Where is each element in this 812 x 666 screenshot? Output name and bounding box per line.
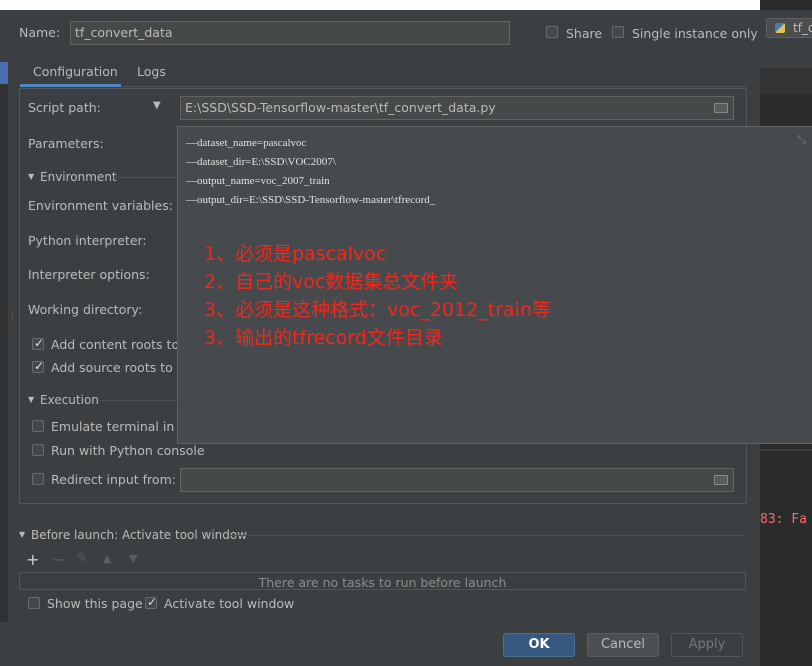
execution-collapse-icon[interactable]: ▼	[28, 395, 34, 404]
parameters-expanded-editor[interactable]: ⤡ —dataset_name=pascalvoc —dataset_dir=E…	[177, 126, 812, 444]
tab-logs[interactable]: Logs	[137, 64, 166, 79]
tabs-divider	[19, 86, 747, 87]
ok-button[interactable]: OK	[503, 633, 575, 657]
working-dir-label: Working directory:	[28, 302, 143, 317]
add-source-roots-checkbox[interactable]	[32, 359, 44, 373]
activate-tool-window-label: Activate tool window	[164, 596, 295, 611]
single-instance-label: Single instance only	[632, 26, 758, 41]
apply-button[interactable]: Apply	[671, 633, 743, 657]
background-editor-tab-label: tf_c	[793, 21, 812, 35]
before-launch-collapse-icon[interactable]: ▼	[19, 530, 25, 539]
redirect-input-checkbox[interactable]	[32, 473, 44, 485]
share-checkbox[interactable]	[546, 26, 558, 38]
python-file-icon	[775, 23, 785, 33]
add-task-icon[interactable]: +	[26, 550, 39, 569]
before-launch-separator	[230, 535, 746, 536]
parameter-line: —dataset_dir=E:\SSD\VOC2007\	[186, 156, 336, 168]
redirect-folder-icon[interactable]	[714, 475, 728, 485]
folder-icon[interactable]	[714, 103, 728, 113]
script-path-label: Script path:	[28, 100, 101, 115]
background-console-error-text: 83: Fa	[760, 512, 807, 527]
interpreter-options-label: Interpreter options:	[28, 267, 150, 282]
execution-header[interactable]: Execution	[40, 393, 99, 407]
parameter-line: —output_name=voc_2007_train	[186, 175, 330, 187]
move-down-icon[interactable]: ▼	[129, 552, 137, 565]
move-up-icon[interactable]: ▲	[103, 552, 111, 565]
active-tab-indicator	[20, 84, 121, 87]
annotation-text: 2、自己的voc数据集总文件夹	[204, 271, 459, 293]
share-label: Share	[566, 26, 603, 41]
config-tree-strip	[0, 62, 8, 622]
add-source-roots-label: Add source roots to P	[51, 360, 185, 375]
tab-configuration[interactable]: Configuration	[33, 64, 118, 79]
no-tasks-text: There are no tasks to run before launch	[258, 575, 507, 590]
run-python-console-label: Run with Python console	[51, 443, 205, 458]
name-input[interactable]: tf_convert_data	[70, 21, 510, 45]
redirect-input-field[interactable]	[180, 468, 734, 492]
add-content-roots-label: Add content roots to	[51, 337, 180, 352]
background-header-strip	[760, 68, 812, 95]
environment-collapse-icon[interactable]: ▼	[28, 172, 34, 181]
parameter-line: —output_dir=E:\SSD\SSD-Tensorflow-master…	[186, 194, 436, 206]
add-content-roots-checkbox[interactable]	[32, 336, 44, 350]
annotation-text: 3、输出的tfrecord文件目录	[204, 327, 443, 349]
before-launch-header[interactable]: Before launch: Activate tool window	[31, 528, 247, 542]
cancel-button[interactable]: Cancel	[587, 633, 659, 657]
execution-separator	[100, 400, 180, 401]
edit-task-icon[interactable]: ✎	[77, 551, 88, 566]
remove-task-icon[interactable]: −	[52, 550, 65, 569]
environment-separator	[113, 177, 183, 178]
env-vars-label: Environment variables:	[28, 198, 173, 213]
emulate-terminal-label: Emulate terminal in ou	[51, 419, 194, 434]
show-page-label: Show this page	[47, 596, 143, 611]
annotation-text: 3、必须是这种格式：voc_2012_train等	[204, 299, 551, 321]
emulate-terminal-checkbox[interactable]	[32, 420, 44, 432]
redirect-input-label: Redirect input from:	[51, 472, 176, 487]
run-python-console-checkbox[interactable]	[32, 444, 44, 456]
config-tree-selection[interactable]	[0, 62, 8, 84]
name-label: Name:	[19, 25, 61, 40]
window-top-strip	[0, 0, 760, 10]
activate-tool-window-checkbox[interactable]	[145, 595, 157, 609]
background-console-area	[760, 451, 812, 666]
annotation-text: 1、必须是pascalvoc	[204, 243, 387, 265]
splitter-grip[interactable]: ⋮ ⋮	[8, 310, 17, 323]
script-path-value: E:\SSD\SSD-Tensorflow-master\tf_convert_…	[185, 100, 496, 115]
environment-header[interactable]: Environment	[40, 170, 117, 184]
background-editor-tab[interactable]: tf_c	[766, 18, 812, 38]
parameters-label: Parameters:	[28, 136, 104, 151]
parameter-line: —dataset_name=pascalvoc	[186, 137, 307, 149]
collapse-editor-icon[interactable]: ⤡	[797, 133, 806, 147]
show-page-checkbox[interactable]	[28, 597, 40, 609]
python-interpreter-label: Python interpreter:	[28, 233, 147, 248]
script-type-dropdown-icon[interactable]: ▼	[153, 100, 161, 111]
single-instance-checkbox[interactable]	[612, 26, 624, 38]
script-path-input[interactable]: E:\SSD\SSD-Tensorflow-master\tf_convert_…	[180, 96, 734, 120]
